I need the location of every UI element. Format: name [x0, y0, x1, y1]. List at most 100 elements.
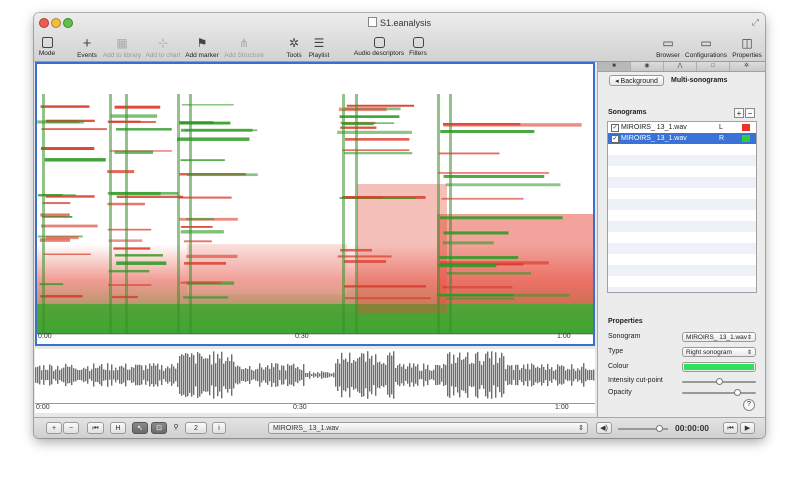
time-display: 00:00:00: [675, 423, 710, 433]
waveform-time-axis: 0:00 0:30 1:00: [35, 403, 595, 414]
browser-button[interactable]: ▭ Browser: [656, 36, 680, 60]
cutpoint-slider[interactable]: [682, 378, 756, 385]
properties-button[interactable]: ◫ Properties: [731, 36, 763, 60]
enable-checkbox[interactable]: ✓: [611, 124, 619, 132]
opacity-slider[interactable]: [682, 389, 756, 396]
configurations-button[interactable]: ▭ Configurations: [685, 36, 727, 60]
flag-icon: ⚑: [196, 36, 208, 50]
panel-heading: Multi-sonograms: [671, 77, 728, 84]
sonogram-time-axis: 0:00 0:30 1:00: [38, 333, 571, 340]
type-select[interactable]: Right sonogram ⇕: [682, 347, 756, 357]
h-button[interactable]: H: [110, 422, 126, 434]
prev-marker-button[interactable]: ⏮: [723, 422, 738, 434]
tab-analysis[interactable]: ⋀: [664, 62, 697, 71]
mode-icon: [41, 37, 53, 48]
bottom-toolbar: + − ⏮ H ↖ ⊡ ⚲ 2 i MIROIRS_ 13_1.wav ⇕ ◀) …: [34, 417, 765, 438]
empty-row: [608, 232, 756, 243]
opacity-label: Opacity: [608, 389, 632, 396]
colour-label: Colour: [608, 363, 629, 370]
empty-row: [608, 155, 756, 166]
empty-row: [608, 188, 756, 199]
cutpoint-slider-knob[interactable]: [715, 378, 723, 385]
waveform-image: [35, 351, 595, 399]
rewind-icon[interactable]: ⏮: [87, 422, 104, 434]
add-marker-button[interactable]: ⚑ Add marker: [185, 36, 219, 60]
plus-icon: +: [82, 35, 92, 52]
list-icon: ☰: [313, 36, 325, 50]
page-field[interactable]: 2: [185, 422, 207, 434]
add-sonogram-button[interactable]: +: [734, 108, 744, 118]
properties-icon: ◫: [741, 36, 753, 50]
events-button[interactable]: + Events: [76, 35, 98, 59]
volume-icon[interactable]: ◀): [596, 422, 612, 434]
colour-well[interactable]: [682, 362, 756, 372]
magnifier-icon[interactable]: ⚲: [170, 422, 182, 434]
structure-icon: ⋔: [238, 36, 250, 50]
sonogram-image: [37, 94, 593, 335]
zoom-out-button[interactable]: −: [63, 422, 79, 434]
volume-slider-knob[interactable]: [656, 425, 663, 432]
empty-row: [608, 177, 756, 188]
sonogram-list: ✓ MIROIRS_ 13_1.wav L ✓ MIROIRS_ 13_1.wa…: [607, 121, 757, 293]
chevron-updown-icon: ⇕: [578, 425, 584, 432]
sonogram-view[interactable]: 0:00 0:30 1:00: [35, 62, 595, 346]
titlebar: S1.eanalysis ⤢ Mode + Events ▦ Add to li…: [34, 13, 765, 62]
cursor-tool-button[interactable]: ↖: [132, 422, 148, 434]
audio-descriptors-icon: [373, 37, 385, 48]
fullscreen-icon[interactable]: ⤢: [752, 17, 759, 28]
tools-button[interactable]: ✲ Tools: [285, 36, 303, 60]
enable-checkbox[interactable]: ✓: [611, 135, 619, 143]
list-item[interactable]: ✓ MIROIRS_ 13_1.wav L: [608, 122, 756, 133]
audio-file-select[interactable]: MIROIRS_ 13_1.wav ⇕: [268, 422, 588, 434]
chevron-updown-icon: ⇕: [746, 350, 752, 356]
waveform-view[interactable]: 0:00 0:30 1:00: [35, 349, 595, 413]
inspector-tabs: ■ ◉ ⋀ □ ✲: [598, 62, 765, 72]
cutpoint-label: Intensity cut-point: [608, 377, 663, 384]
empty-row: [608, 265, 756, 276]
empty-row: [608, 144, 756, 155]
inspector-panel: ■ ◉ ⋀ □ ✲ ◂ Background Multi-sonograms S…: [597, 62, 765, 417]
tab-object[interactable]: □: [697, 62, 730, 71]
filters-button[interactable]: Filters: [407, 37, 429, 57]
tab-view[interactable]: ◉: [631, 62, 664, 71]
mode-button[interactable]: Mode: [36, 37, 58, 57]
add-structure-button[interactable]: ⋔ Add Structure: [223, 36, 265, 60]
help-button[interactable]: ?: [743, 399, 755, 411]
info-button[interactable]: i: [212, 422, 226, 434]
empty-row: [608, 254, 756, 265]
tab-sonogram[interactable]: ■: [598, 62, 631, 71]
remove-sonogram-button[interactable]: −: [745, 108, 755, 118]
play-button[interactable]: ▶: [740, 422, 755, 434]
sonograms-header: Sonograms: [608, 109, 647, 116]
properties-header: Properties: [608, 318, 643, 325]
color-swatch: [742, 124, 750, 131]
window-title: S1.eanalysis: [34, 17, 765, 28]
empty-row: [608, 276, 756, 287]
playlist-button[interactable]: ☰ Playlist: [306, 36, 332, 60]
audio-descriptors-button[interactable]: Audio descriptors: [351, 37, 407, 57]
opacity-slider-knob[interactable]: [734, 389, 742, 396]
colour-fill: [684, 364, 754, 370]
empty-row: [608, 287, 756, 292]
chevron-updown-icon: ⇕: [746, 335, 752, 341]
app-window: S1.eanalysis ⤢ Mode + Events ▦ Add to li…: [34, 13, 765, 438]
zoom-in-button[interactable]: +: [46, 422, 62, 434]
volume-slider[interactable]: [618, 425, 668, 432]
empty-row: [608, 210, 756, 221]
type-label: Type: [608, 348, 624, 355]
add-to-chart-button[interactable]: ⊹ Add to chart: [145, 36, 181, 60]
empty-row: [608, 221, 756, 232]
add-to-library-button[interactable]: ▦ Add to library: [102, 36, 142, 60]
gear-icon: ✲: [288, 36, 300, 50]
color-swatch: [742, 135, 750, 142]
background-back-button[interactable]: ◂ Background: [609, 75, 664, 86]
browser-icon: ▭: [662, 36, 674, 50]
library-icon: ▦: [116, 36, 128, 50]
select-tool-button[interactable]: ⊡: [151, 422, 167, 434]
list-item[interactable]: ✓ MIROIRS_ 13_1.wav R: [608, 133, 756, 144]
configurations-icon: ▭: [700, 36, 712, 50]
sonogram-select[interactable]: MIROIRS_ 13_1.wav ⇕: [682, 332, 756, 342]
tab-settings[interactable]: ✲: [730, 62, 763, 71]
document-icon: [367, 17, 377, 27]
chart-icon: ⊹: [157, 36, 169, 50]
